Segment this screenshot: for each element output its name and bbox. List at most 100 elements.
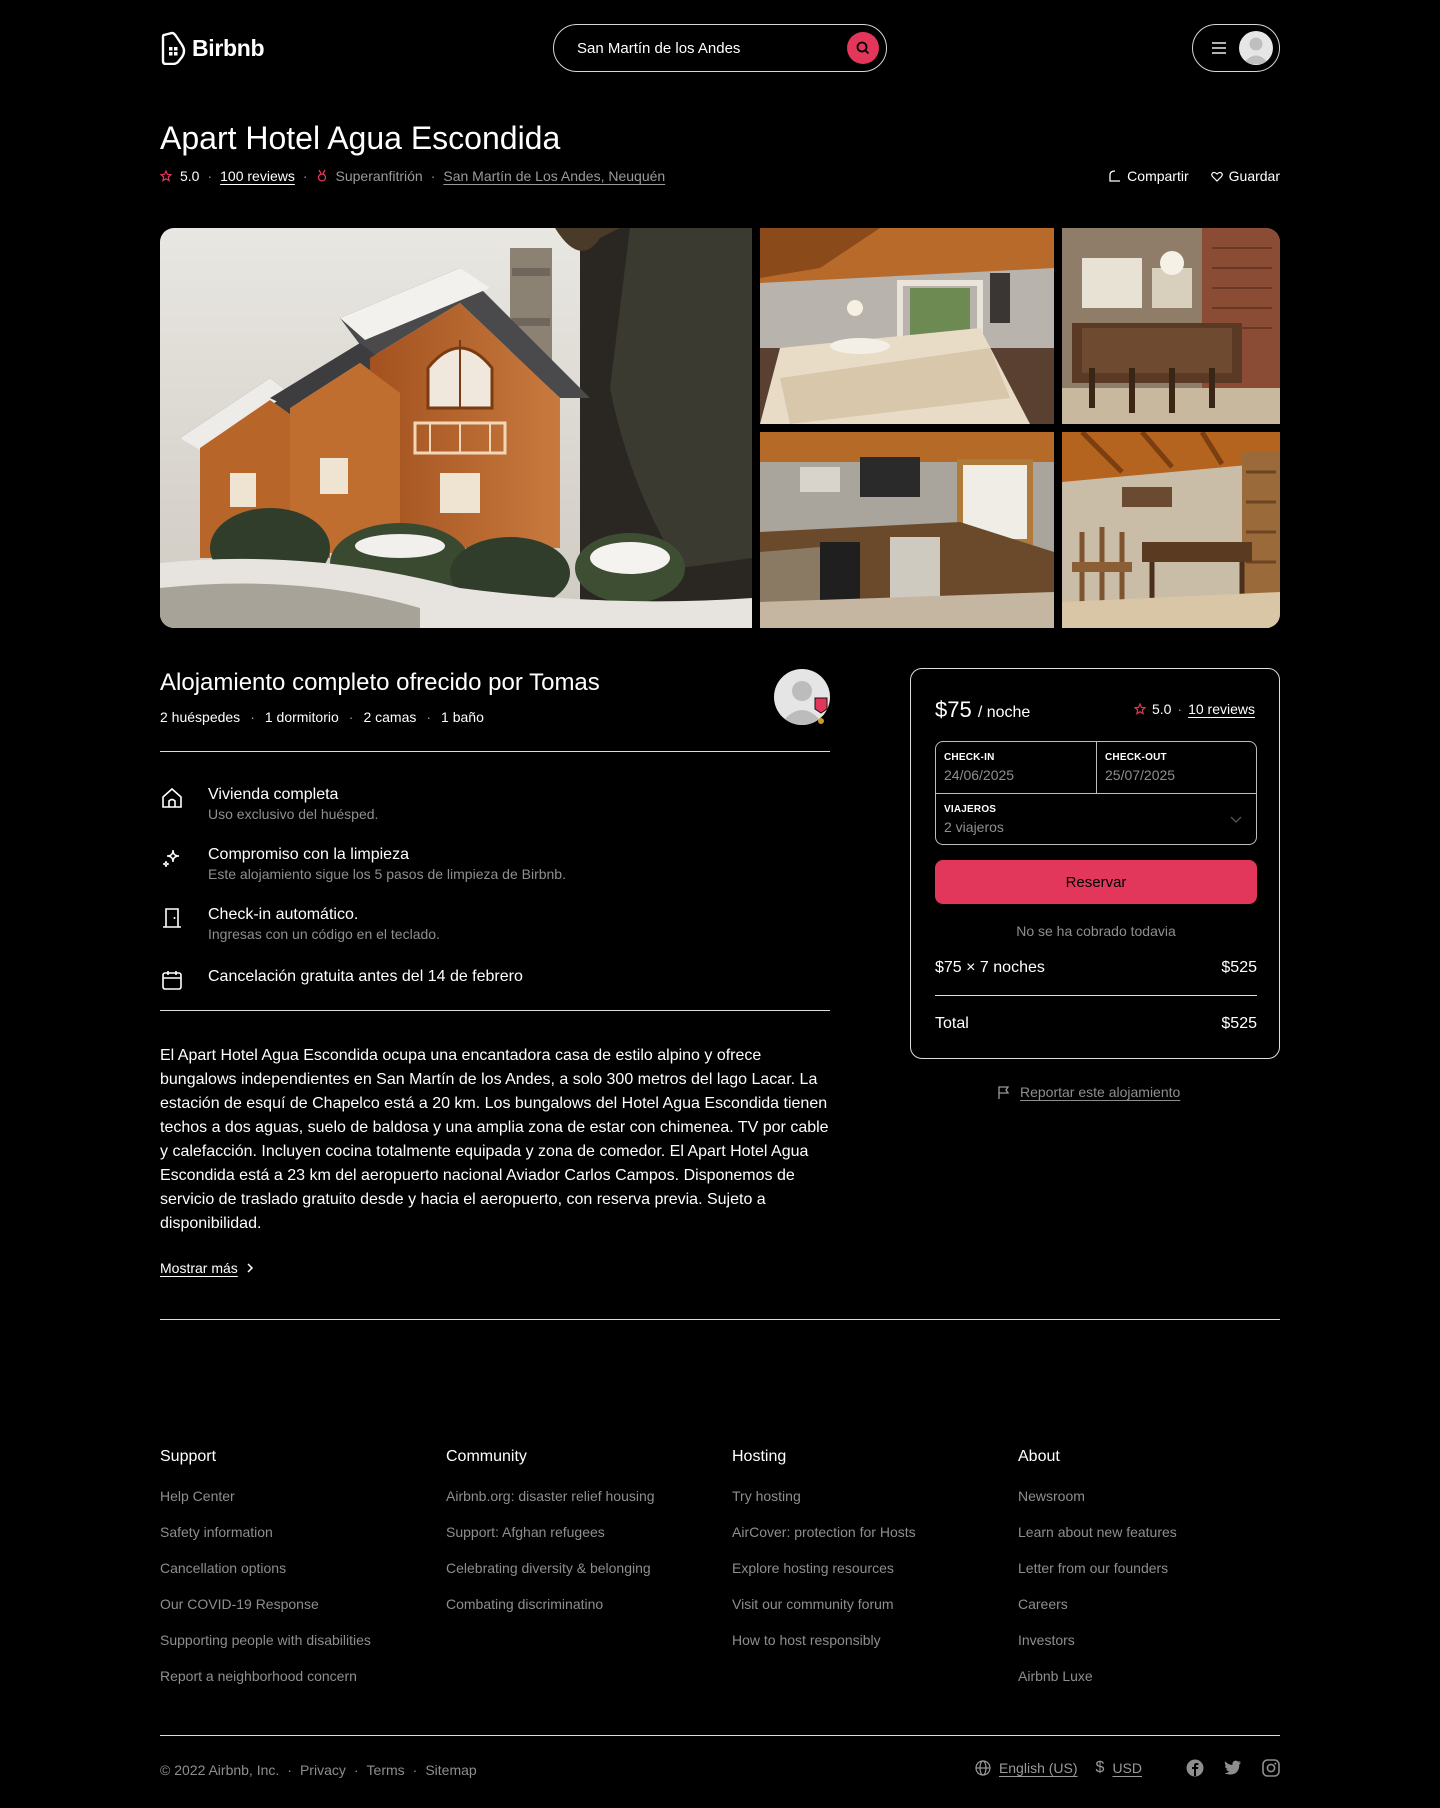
- facebook-icon[interactable]: [1186, 1759, 1204, 1777]
- star-icon: [1133, 703, 1146, 715]
- footer-link[interactable]: Visit our community forum: [732, 1596, 1002, 1632]
- footer-column-title: Support: [160, 1448, 217, 1465]
- footer-link[interactable]: Letter from our founders: [1018, 1560, 1288, 1596]
- report-listing-link[interactable]: Reportar este alojamiento: [998, 1084, 1180, 1100]
- footer-column-hosting: Hosting Try hosting AirCover: protection…: [732, 1448, 1002, 1668]
- reviews-link[interactable]: 10 reviews: [1188, 701, 1255, 717]
- booking-card: $75 / noche 5.0 · 10 reviews CHECK-IN 24…: [910, 668, 1280, 1059]
- footer-link[interactable]: Newsroom: [1018, 1488, 1288, 1524]
- beds-count: 2 camas: [363, 709, 417, 725]
- social-links: [1186, 1759, 1280, 1777]
- gallery-photo-bedroom[interactable]: [760, 228, 1054, 424]
- booking-fields: CHECK-IN 24/06/2025 CHECK-OUT 25/07/2025…: [935, 741, 1257, 845]
- location-link[interactable]: San Martín de Los Andes, Neuquén: [443, 168, 665, 184]
- feature-checkin: Check-in automático. Ingresas con un cód…: [160, 906, 830, 942]
- price-value: $75: [935, 697, 972, 722]
- footer-link[interactable]: AirCover: protection for Hosts: [732, 1524, 1002, 1560]
- instagram-icon[interactable]: [1262, 1759, 1280, 1777]
- baths-count: 1 baño: [441, 709, 484, 725]
- language-selector[interactable]: English (US): [975, 1760, 1078, 1776]
- footer-column-title: Hosting: [732, 1448, 787, 1465]
- separator-dot: ·: [430, 168, 436, 184]
- separator-dot: ·: [353, 1762, 359, 1778]
- search-icon: [856, 41, 870, 55]
- divider: [160, 751, 830, 752]
- show-more-label: Mostrar más: [160, 1260, 238, 1276]
- logo-text: Birbnb: [192, 34, 265, 61]
- share-button[interactable]: Compartir: [1109, 168, 1189, 184]
- checkout-field[interactable]: CHECK-OUT 25/07/2025: [1097, 742, 1256, 794]
- save-button[interactable]: Guardar: [1210, 168, 1280, 184]
- footer-link[interactable]: Combating discriminatino: [446, 1596, 716, 1632]
- footer-link[interactable]: Careers: [1018, 1596, 1288, 1632]
- price-breakdown-row: $75 × 7 noches $525: [935, 959, 1257, 977]
- separator-dot: ·: [348, 709, 354, 725]
- terms-link[interactable]: Terms: [367, 1762, 405, 1778]
- total-row: Total $525: [935, 1015, 1257, 1033]
- sitemap-link[interactable]: Sitemap: [425, 1762, 476, 1778]
- currency-selector[interactable]: $ USD: [1096, 1759, 1142, 1777]
- footer-legal: © 2022 Airbnb, Inc. · Privacy · Terms · …: [160, 1762, 477, 1778]
- checkout-value: 25/07/2025: [1105, 767, 1176, 783]
- footer-link[interactable]: Airbnb Luxe: [1018, 1668, 1288, 1704]
- search-bar[interactable]: San Martín de los Andes: [553, 24, 887, 72]
- footer-link[interactable]: Support: Afghan refugees: [446, 1524, 716, 1560]
- feature-title: Vivienda completa: [208, 786, 339, 803]
- footer-link[interactable]: Airbnb.org: disaster relief housing: [446, 1488, 716, 1524]
- gallery-photo-kitchen[interactable]: [760, 432, 1054, 628]
- footer-link[interactable]: Safety information: [160, 1524, 430, 1560]
- star-icon: [160, 170, 172, 182]
- search-input[interactable]: San Martín de los Andes: [577, 40, 740, 57]
- footer-link[interactable]: Cancellation options: [160, 1560, 430, 1596]
- superhost-badge-icon: [814, 697, 828, 724]
- footer-link[interactable]: Our COVID-19 Response: [160, 1596, 430, 1632]
- footer-link[interactable]: Investors: [1018, 1632, 1288, 1668]
- twitter-icon[interactable]: [1224, 1760, 1242, 1776]
- footer-link[interactable]: Try hosting: [732, 1488, 1002, 1524]
- superhost-icon: [317, 169, 326, 182]
- language-label: English (US): [998, 1760, 1078, 1776]
- footer-link[interactable]: Explore hosting resources: [732, 1560, 1002, 1596]
- feature-title: Compromiso con la limpieza: [208, 846, 409, 863]
- feature-title: Cancelación gratuita antes del 14 de feb…: [208, 968, 523, 985]
- globe-icon: [975, 1760, 991, 1776]
- footer-link[interactable]: Report a neighborhood concern: [160, 1668, 430, 1704]
- footer-link[interactable]: Celebrating diversity & belonging: [446, 1560, 716, 1596]
- feature-cancellation: Cancelación gratuita antes del 14 de feb…: [160, 968, 830, 992]
- reviews-link[interactable]: 100 reviews: [220, 168, 295, 184]
- privacy-link[interactable]: Privacy: [300, 1762, 346, 1778]
- show-more-link[interactable]: Mostrar más: [160, 1260, 254, 1276]
- total-label: Total: [935, 1015, 969, 1032]
- checkout-label: CHECK-OUT: [1105, 752, 1167, 763]
- listing-meta: 5.0 · 100 reviews · Superanfitrión · San…: [160, 168, 665, 184]
- chevron-down-icon: [1230, 816, 1242, 823]
- gallery-photo-main[interactable]: [160, 228, 752, 628]
- menu-icon: [1212, 42, 1226, 54]
- calendar-icon: [162, 971, 182, 990]
- separator-dot: ·: [412, 1762, 418, 1778]
- home-icon: [162, 787, 182, 808]
- footer-link[interactable]: Supporting people with disabilities: [160, 1632, 430, 1668]
- logo[interactable]: Birbnb: [160, 31, 265, 65]
- heart-icon: [1210, 171, 1223, 182]
- separator-dot: ·: [302, 168, 308, 184]
- total-amount: $525: [1221, 1015, 1257, 1032]
- user-menu-button[interactable]: [1192, 24, 1280, 72]
- gallery-photo-living[interactable]: [1062, 432, 1280, 628]
- guests-count: 2 huéspedes: [160, 709, 241, 725]
- checkin-field[interactable]: CHECK-IN 24/06/2025: [936, 742, 1097, 794]
- gallery-photo-dining[interactable]: [1062, 228, 1280, 424]
- rating-value: 5.0: [180, 168, 200, 184]
- guests-select[interactable]: VIAJEROS 2 viajeros: [936, 794, 1256, 844]
- footer-link[interactable]: How to host responsibly: [732, 1632, 1002, 1668]
- divider: [935, 995, 1257, 996]
- guests-label: VIAJEROS: [944, 804, 997, 815]
- feature-subtitle: Ingresas con un código en el teclado.: [208, 926, 440, 942]
- footer-column-support: Support Help Center Safety information C…: [160, 1448, 430, 1704]
- footer-link[interactable]: Help Center: [160, 1488, 430, 1524]
- footer-link[interactable]: Learn about new features: [1018, 1524, 1288, 1560]
- flag-icon: [998, 1085, 1010, 1099]
- search-button[interactable]: [847, 32, 879, 64]
- line-amount: $525: [1221, 959, 1257, 976]
- reserve-button[interactable]: Reservar: [935, 860, 1257, 904]
